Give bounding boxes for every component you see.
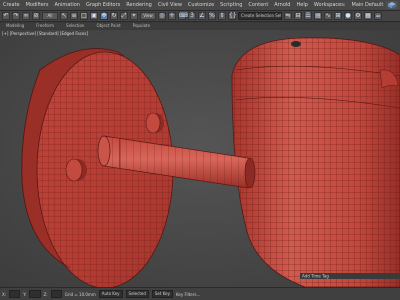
reference-coordinate-dropdown[interactable]: View <box>140 12 156 20</box>
snap-toggle-icon[interactable]: 3 <box>188 12 196 20</box>
align-icon[interactable]: ⊟ <box>294 12 302 20</box>
menu-rendering[interactable]: Rendering <box>123 0 155 10</box>
time-tag-label: Add Time Tag <box>302 274 329 279</box>
perspective-viewport[interactable]: [+] [Perspective] [Standard] [Edged Face… <box>0 30 400 287</box>
percent-snap-icon[interactable]: % <box>208 12 216 20</box>
cube-icon[interactable] <box>386 1 398 9</box>
x-coord-label: X: <box>2 291 7 297</box>
ribbon-tabs: Modeling Freeform Selection Object Paint… <box>0 23 400 29</box>
tab-modeling[interactable]: Modeling <box>0 23 30 29</box>
menu-bar: Create Modifiers Animation Graph Editors… <box>0 0 400 11</box>
place-icon[interactable]: ⌖ <box>130 12 138 20</box>
menu-create[interactable]: Create <box>0 0 23 10</box>
z-coord-label: Z: <box>43 291 48 297</box>
y-coord-field[interactable] <box>29 290 41 298</box>
render-setup-icon[interactable]: ⚙ <box>354 12 362 20</box>
edit-named-selection-icon[interactable]: {} <box>228 12 237 20</box>
select-by-name-icon[interactable]: ≡ <box>70 12 78 20</box>
workspaces-dropdown[interactable]: Main Default <box>349 0 387 10</box>
status-bar: X: Y: Z: Grid = 10.0mm Auto Key Selected… <box>0 287 400 300</box>
tab-selection[interactable]: Selection <box>60 23 90 29</box>
material-editor-icon[interactable]: ● <box>344 12 352 20</box>
region-select-icon[interactable]: □ <box>80 12 88 20</box>
menu-modifiers[interactable]: Modifiers <box>23 0 52 10</box>
peg-lower[interactable] <box>65 158 87 182</box>
render-frame-icon[interactable]: ▦ <box>364 12 372 20</box>
tab-freeform[interactable]: Freeform <box>30 23 60 29</box>
keyboard-shortcut-icon[interactable]: ⌨ <box>178 12 188 20</box>
scale-icon[interactable]: ⤢ <box>120 12 128 20</box>
key-filters-button[interactable]: Key Filters... <box>176 292 200 297</box>
menu-graph-editors[interactable]: Graph Editors <box>83 0 123 10</box>
move-icon[interactable]: ✥ <box>100 12 108 20</box>
scene-render <box>0 30 400 287</box>
toggle-ribbon-icon[interactable]: ▤ <box>314 12 322 20</box>
peg-upper[interactable] <box>145 112 164 134</box>
selection-set-field[interactable]: Create Selection Set <box>238 12 282 20</box>
menu-content[interactable]: Content <box>245 0 271 10</box>
menu-arnold[interactable]: Arnold <box>271 0 293 10</box>
menu-help[interactable]: Help <box>293 0 310 10</box>
menu-civil-view[interactable]: Civil View <box>155 0 185 10</box>
mirror-icon[interactable]: ⇋ <box>284 12 292 20</box>
selected-dropdown[interactable]: Selected <box>125 290 149 298</box>
y-coord-label: Y: <box>23 291 27 297</box>
angle-snap-icon[interactable]: ∠ <box>198 12 206 20</box>
timeline-bar[interactable]: Add Time Tag <box>300 273 400 279</box>
auto-key-button[interactable]: Auto Key <box>98 290 123 298</box>
schematic-view-icon[interactable]: ⊞ <box>334 12 342 20</box>
select-manipulate-icon[interactable]: ✛ <box>168 12 176 20</box>
tab-object-paint[interactable]: Object Paint <box>90 23 126 29</box>
rotate-icon[interactable]: ↻ <box>110 12 118 20</box>
menu-scripting[interactable]: Scripting <box>217 0 245 10</box>
menu-customize[interactable]: Customize <box>185 0 217 10</box>
window-crossing-icon[interactable]: ▣ <box>90 12 98 20</box>
viewport-label[interactable]: [+] [Perspective] [Standard] [Edged Face… <box>2 31 88 36</box>
redo-icon[interactable]: ↷ <box>12 12 20 20</box>
set-key-button[interactable]: Set Key <box>151 290 173 298</box>
app-window: Create Modifiers Animation Graph Editors… <box>0 0 400 300</box>
grid-size-label: Grid = 10.0mm <box>64 291 96 297</box>
workspaces-label: Workspaces: <box>313 2 346 8</box>
render-icon[interactable]: ☕ <box>374 12 382 20</box>
menu-animation[interactable]: Animation <box>51 0 83 10</box>
curve-editor-icon[interactable]: ∿ <box>324 12 332 20</box>
link-icon[interactable]: ∞ <box>22 12 30 20</box>
select-arrow-icon[interactable]: ↖ <box>60 12 68 20</box>
spinner-snap-icon[interactable]: ⇕ <box>218 12 226 20</box>
selection-filter-dropdown[interactable]: All <box>42 12 58 20</box>
tab-populate[interactable]: Populate <box>127 23 156 29</box>
pivot-center-icon[interactable]: ◎ <box>158 12 166 20</box>
undo-icon[interactable]: ↶ <box>2 12 10 20</box>
layer-explorer-icon[interactable]: ☰ <box>304 12 312 20</box>
vase-body[interactable] <box>230 30 400 287</box>
z-coord-field[interactable] <box>50 290 62 298</box>
main-toolbar: ↶ ↷ ∞ ⊘ All ↖ ≡ □ ▣ ✥ ↻ ⤢ ⌖ View ◎ ✛ ⌨ 3… <box>0 11 400 22</box>
unlink-icon[interactable]: ⊘ <box>32 12 40 20</box>
x-coord-field[interactable] <box>9 290 21 298</box>
